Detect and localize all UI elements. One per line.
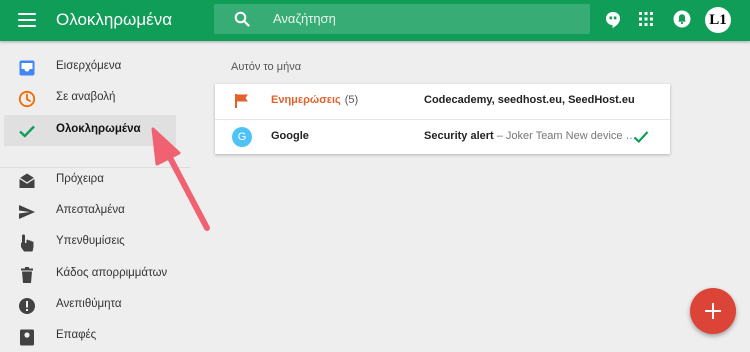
sidebar-item-label: Ολοκληρωμένα [56,123,141,135]
menu-icon[interactable] [18,13,36,27]
account-avatar[interactable]: L1 [705,7,731,33]
bundle-count: (5) [344,94,359,106]
clock-icon [18,90,36,108]
sidebar-item-done[interactable]: Ολοκληρωμένα [4,115,176,146]
sidebar-item-trash[interactable]: Κάδος απορριμμάτων [4,259,176,290]
inbox-icon [19,60,35,76]
row-subject: Security alert – Joker Team New device … [424,130,636,142]
plus-icon [705,303,721,319]
page-title: Ολοκληρωμένα [56,10,173,29]
flag-icon [235,94,248,108]
row-subject-text: Security alert [424,130,494,142]
sidebar-item-label: Απεσταλμένα [56,204,125,216]
sidebar: Εισερχόμενα Σε αναβολή Ολοκληρωμένα Πρόχ… [0,41,190,346]
sidebar-item-label: Πρόχειρα [56,173,104,185]
trash-icon [21,267,33,283]
avatar: G [232,127,252,147]
drafts-icon [19,173,35,188]
sidebar-item-label: Επαφές [56,329,97,341]
sidebar-item-sent[interactable]: Απεσταλμένα [4,196,176,227]
row-subject: Codecademy, seedhost.eu, SeedHost.eu [424,94,636,106]
row-sender: Ενημερώσεις (5) [271,94,358,106]
bundle-name: Ενημερώσεις [271,94,341,106]
list-item[interactable]: Ενημερώσεις (5) Codecademy, seedhost.eu, … [215,84,670,119]
sidebar-item-label: Ανεπιθύμητα [56,298,122,310]
contacts-icon [20,329,34,346]
apps-grid-icon[interactable] [639,12,653,26]
send-icon [19,205,35,219]
hangouts-icon[interactable] [605,11,621,29]
top-app-bar: Ολοκληρωμένα Αναζήτηση L1 [0,0,750,41]
search-icon [234,11,250,27]
notifications-icon[interactable] [673,10,691,28]
spam-icon [19,298,35,314]
section-header: Αυτόν το μήνα [231,61,302,73]
sidebar-item-spam[interactable]: Ανεπιθύμητα [4,290,176,321]
sidebar-item-reminders[interactable]: Υπενθυμίσεις [4,227,176,258]
search-input[interactable]: Αναζήτηση [214,4,590,34]
compose-fab[interactable] [690,288,736,334]
list-item[interactable]: G Google Security alert – Joker Team New… [215,119,670,155]
sidebar-item-drafts[interactable]: Πρόχειρα [4,165,176,196]
row-sender: Google [271,130,309,142]
sidebar-item-label: Εισερχόμενα [56,60,122,72]
row-subject-text: Codecademy, seedhost.eu, SeedHost.eu [424,94,635,106]
row-snippet: – Joker Team New device … [493,130,636,142]
mark-done-check-icon[interactable] [633,130,649,144]
sidebar-item-label: Κάδος απορριμμάτων [56,267,168,279]
sidebar-item-snoozed[interactable]: Σε αναβολή [4,83,176,114]
sidebar-item-label: Υπενθυμίσεις [56,235,125,247]
email-bundle-card: Ενημερώσεις (5) Codecademy, seedhost.eu, … [215,84,670,154]
sidebar-item-contacts[interactable]: Επαφές [4,321,176,352]
check-icon [19,125,35,138]
reminder-hand-icon [21,234,34,252]
sidebar-item-inbox[interactable]: Εισερχόμενα [4,52,176,83]
search-placeholder: Αναζήτηση [273,11,336,26]
sidebar-item-label: Σε αναβολή [56,91,116,103]
